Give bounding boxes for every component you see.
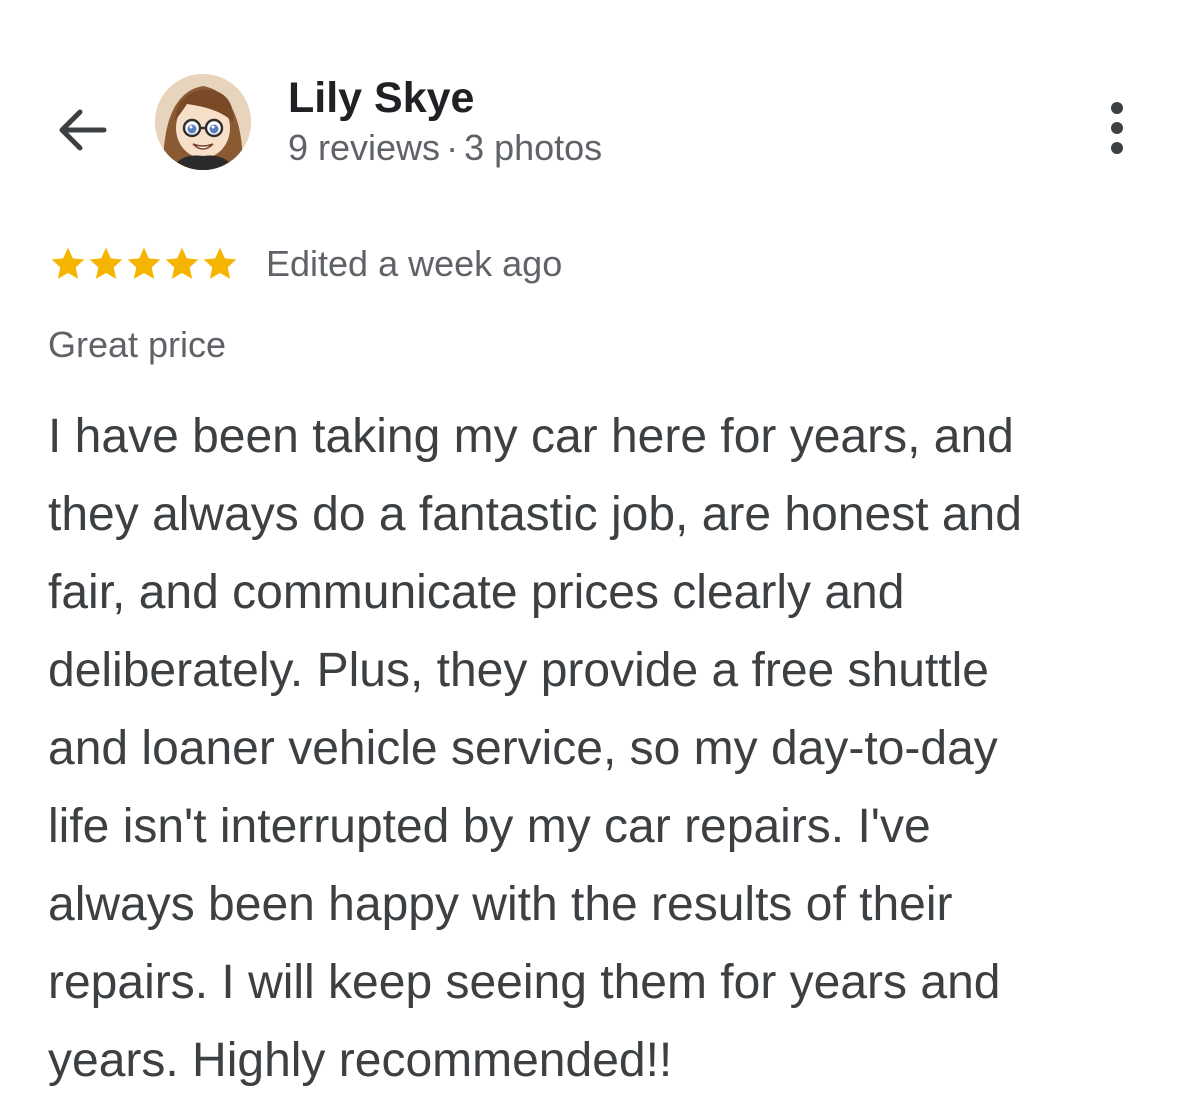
avatar[interactable]	[155, 74, 251, 170]
review-text-line: life isn't interrupted by my car repairs…	[48, 800, 931, 853]
arrow-left-icon	[59, 109, 107, 151]
review-text-line: always been happy with the results of th…	[48, 878, 953, 931]
more-options-button[interactable]	[1092, 96, 1142, 160]
rating-row: Edited a week ago	[48, 240, 562, 288]
reviewer-avatar-image	[155, 74, 251, 170]
star-rating	[48, 244, 238, 284]
review-text: I have been taking my car here for years…	[48, 398, 1168, 1100]
star-icon	[89, 247, 123, 279]
photo-count: 3 photos	[464, 127, 603, 168]
more-vertical-icon	[1111, 102, 1123, 114]
review-text-line: I have been taking my car here for years…	[48, 410, 1014, 463]
star-icon	[165, 247, 199, 279]
review-text-line: fair, and communicate prices clearly and	[48, 566, 905, 619]
reviewer-name[interactable]: Lily Skye	[288, 72, 474, 124]
more-vertical-icon-dot	[1111, 142, 1123, 154]
review-text-line: repairs. I will keep seeing them for yea…	[48, 956, 1001, 1009]
review-text-line: they always do a fantastic job, are hone…	[48, 488, 1022, 541]
reviewer-stats: 9 reviews · 3 photos	[288, 126, 602, 170]
review-count: 9 reviews	[288, 127, 441, 168]
back-button[interactable]	[52, 100, 112, 160]
review-text-line: years. Highly recommended!!	[48, 1034, 673, 1087]
star-icon	[51, 247, 85, 279]
more-vertical-icon-dot	[1111, 122, 1123, 134]
review-text-line: deliberately. Plus, they provide a free …	[48, 644, 989, 697]
review-tag: Great price	[48, 324, 227, 365]
star-icon	[127, 247, 161, 279]
edited-timestamp: Edited a week ago	[266, 243, 563, 284]
review-text-line: and loaner vehicle service, so my day-to…	[48, 722, 998, 775]
review-header: Lily Skye 9 reviews · 3 photos	[0, 0, 1200, 200]
stats-separator: ·	[446, 127, 459, 168]
star-icon	[203, 247, 237, 279]
